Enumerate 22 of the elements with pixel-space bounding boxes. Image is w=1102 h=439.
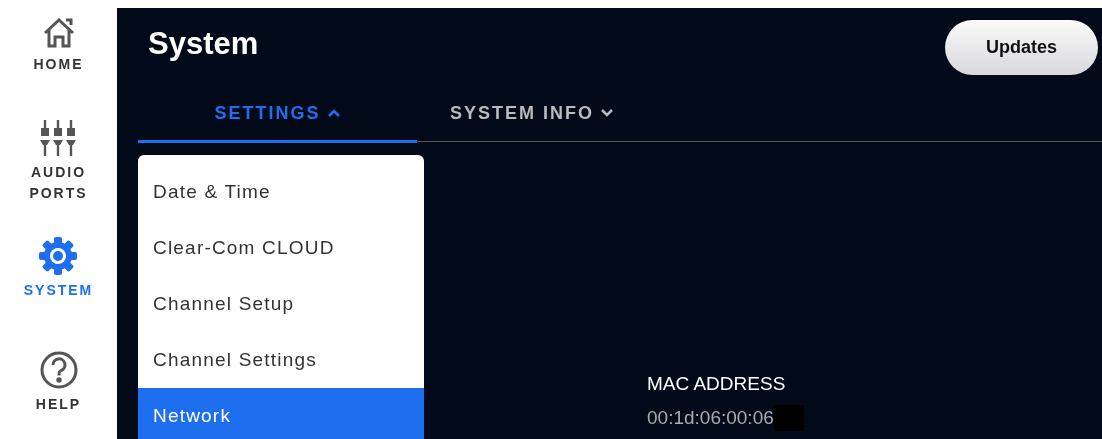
gear-icon <box>38 236 79 276</box>
menu-item[interactable]: Channel Setup <box>138 276 424 332</box>
help-icon <box>38 350 79 390</box>
sidebar-item[interactable]: HOME <box>33 16 84 120</box>
menu-item[interactable]: Channel Settings <box>138 332 424 388</box>
mac-address: 00:1d:06:00:06 <box>647 407 774 429</box>
sidebar-item[interactable]: SYSTEM <box>23 236 94 350</box>
home-icon <box>41 16 76 50</box>
connector-icon <box>38 120 79 158</box>
redaction-block <box>773 405 804 431</box>
page-title: System <box>148 25 259 62</box>
updates-button[interactable]: Updates <box>945 20 1098 75</box>
chevron-icon <box>600 108 614 118</box>
tab[interactable]: SETTINGS <box>138 86 417 143</box>
chevron-icon <box>326 108 341 118</box>
menu-item[interactable]: Clear-Com CLOUD <box>138 220 424 276</box>
menu-item[interactable]: Date & Time <box>138 164 424 220</box>
field-label: MAC ADDRESS <box>647 373 787 395</box>
sidebar-item[interactable]: HELP <box>35 350 82 415</box>
menu-item[interactable]: Network <box>138 388 424 439</box>
sidebar-item[interactable]: AUDIO PORTS <box>0 120 117 236</box>
tab[interactable]: SYSTEM INFO <box>417 86 647 143</box>
